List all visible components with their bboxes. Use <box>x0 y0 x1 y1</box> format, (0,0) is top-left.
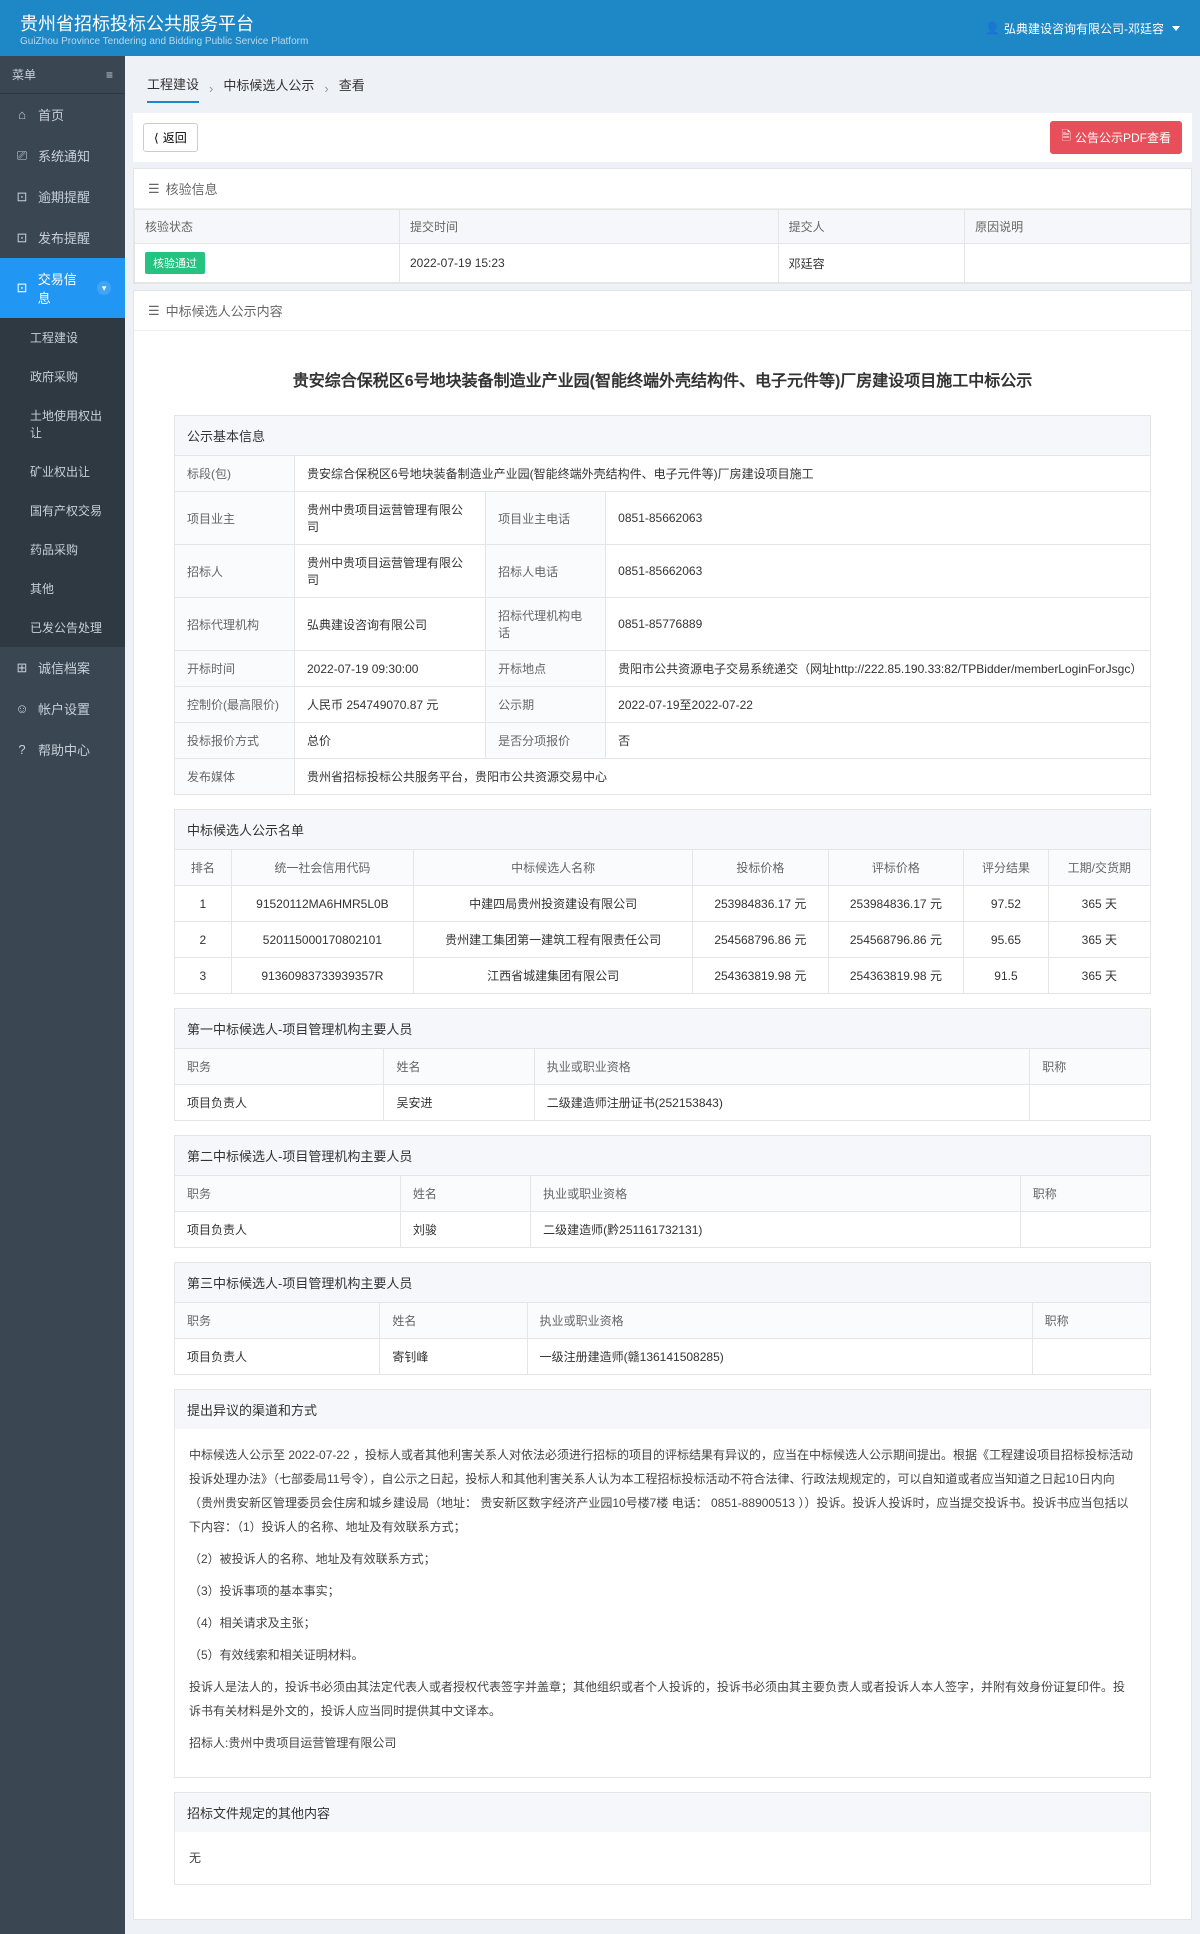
app-header: 贵州省招标投标公共服务平台 GuiZhou Province Tendering… <box>0 0 1200 56</box>
sidebar-sub-2[interactable]: 土地使用权出让 <box>0 396 125 452</box>
sidebar-item-1[interactable]: ⎚系统通知 <box>0 135 125 176</box>
candidate-table-2: 职务姓名执业或职业资格职称项目负责人寄钊峰一级注册建造师(赣1361415082… <box>174 1302 1151 1375</box>
table-row: 项目负责人吴安进二级建造师注册证书(252153843) <box>175 1085 1151 1121</box>
other-title: 招标文件规定的其他内容 <box>174 1792 1151 1832</box>
verify-row: 核验通过 2022-07-19 15:23 邓廷容 <box>135 244 1191 283</box>
verify-h4: 原因说明 <box>965 210 1191 244</box>
toolbar: ⟨ 返回 🗎 公告公示PDF查看 <box>133 113 1192 162</box>
user-name: 弘典建设咨询有限公司-邓廷容 <box>1004 20 1164 37</box>
sidebar-icon: ⊡ <box>14 230 30 246</box>
sidebar-item-7[interactable]: ?帮助中心 <box>0 729 125 770</box>
sidebar-icon: ⎚ <box>14 148 30 164</box>
sidebar-item-5[interactable]: ⊞诚信档案 <box>0 647 125 688</box>
sidebar-sub-1[interactable]: 政府采购 <box>0 357 125 396</box>
sidebar-icon: ? <box>14 742 30 758</box>
verify-h2: 提交时间 <box>399 210 778 244</box>
breadcrumb: 工程建设 › 中标候选人公示 › 查看 <box>133 64 1192 113</box>
user-menu[interactable]: 👤 弘典建设咨询有限公司-邓廷容 <box>985 20 1180 37</box>
back-button[interactable]: ⟨ 返回 <box>143 123 198 152</box>
basic-info-title: 公示基本信息 <box>174 415 1151 455</box>
collapse-icon[interactable]: ≡ <box>106 68 113 82</box>
candidate-table-0: 职务姓名执业或职业资格职称项目负责人吴安进二级建造师注册证书(252153843… <box>174 1048 1151 1121</box>
sidebar-item-2[interactable]: ⊡逾期提醒 <box>0 176 125 217</box>
table-row: 项目负责人刘骏二级建造师(黔251161732131) <box>175 1212 1151 1248</box>
sidebar-item-6[interactable]: ☺帐户设置 <box>0 688 125 729</box>
objection-title: 提出异议的渠道和方式 <box>174 1389 1151 1429</box>
candidate-title-2: 第三中标候选人-项目管理机构主要人员 <box>174 1262 1151 1302</box>
sidebar-item-4[interactable]: ⊡交易信息▾ <box>0 258 125 318</box>
announce-panel: ☰ 中标候选人公示内容 贵安综合保税区6号地块装备制造业产业园(智能终端外壳结构件… <box>133 290 1192 1920</box>
verify-panel: ☰ 核验信息 核验状态 提交时间 提交人 原因说明 核验通过 2022-07-19… <box>133 168 1192 284</box>
chevron-down-icon <box>1172 26 1180 31</box>
user-icon: 👤 <box>985 21 1000 35</box>
sidebar-item-3[interactable]: ⊡发布提醒 <box>0 217 125 258</box>
chevron-down-icon: ▾ <box>97 281 111 295</box>
list-title: 中标候选人公示名单 <box>174 809 1151 849</box>
verify-h3: 提交人 <box>778 210 965 244</box>
candidate-title-0: 第一中标候选人-项目管理机构主要人员 <box>174 1008 1151 1048</box>
pdf-view-button[interactable]: 🗎 公告公示PDF查看 <box>1050 121 1182 154</box>
sidebar-sub-6[interactable]: 其他 <box>0 569 125 608</box>
verify-title: 核验信息 <box>166 179 218 198</box>
sidebar: 菜单 ≡ ⌂首页⎚系统通知⊡逾期提醒⊡发布提醒⊡交易信息▾工程建设政府采购土地使… <box>0 56 125 1934</box>
breadcrumb-3[interactable]: 查看 <box>339 75 365 102</box>
sidebar-icon: ⊞ <box>14 660 30 676</box>
list-icon: ☰ <box>148 303 160 319</box>
announce-panel-title: 中标候选人公示内容 <box>166 301 283 320</box>
sidebar-icon: ⌂ <box>14 107 30 123</box>
app-title: 贵州省招标投标公共服务平台 <box>20 10 308 36</box>
candidate-title-1: 第二中标候选人-项目管理机构主要人员 <box>174 1135 1151 1175</box>
sidebar-sub-4[interactable]: 国有产权交易 <box>0 491 125 530</box>
sidebar-icon: ☺ <box>14 701 30 717</box>
breadcrumb-1[interactable]: 工程建设 <box>147 74 199 103</box>
table-row: 191520112MA6HMR5L0B中建四局贵州投资建设有限公司2539848… <box>175 886 1151 922</box>
verify-h1: 核验状态 <box>135 210 400 244</box>
table-row: 2520115000170802101贵州建工集团第一建筑工程有限责任公司254… <box>175 922 1151 958</box>
app-subtitle: GuiZhou Province Tendering and Bidding P… <box>20 36 308 47</box>
sidebar-sub-5[interactable]: 药品采购 <box>0 530 125 569</box>
doc-title: 贵安综合保税区6号地块装备制造业产业园(智能终端外壳结构件、电子元件等)厂房建设… <box>174 351 1151 415</box>
sidebar-sub-3[interactable]: 矿业权出让 <box>0 452 125 491</box>
sidebar-item-0[interactable]: ⌂首页 <box>0 94 125 135</box>
status-badge: 核验通过 <box>145 252 205 274</box>
sidebar-icon: ⊡ <box>14 280 30 296</box>
breadcrumb-2[interactable]: 中标候选人公示 <box>223 75 314 102</box>
sidebar-sub-0[interactable]: 工程建设 <box>0 318 125 357</box>
table-row: 项目负责人寄钊峰一级注册建造师(赣136141508285) <box>175 1339 1151 1375</box>
objection-text: 中标候选人公示至 2022-07-22 ，投标人或者其他利害关系人对依法必须进行… <box>174 1429 1151 1778</box>
sidebar-menu-label: 菜单 <box>12 66 36 83</box>
basic-info-table: 标段(包)贵安综合保税区6号地块装备制造业产业园(智能终端外壳结构件、电子元件等… <box>174 455 1151 795</box>
candidate-table-1: 职务姓名执业或职业资格职称项目负责人刘骏二级建造师(黔251161732131) <box>174 1175 1151 1248</box>
table-row: 391360983733939357R江西省城建集团有限公司254363819.… <box>175 958 1151 994</box>
sidebar-sub-7[interactable]: 已发公告处理 <box>0 608 125 647</box>
sidebar-icon: ⊡ <box>14 189 30 205</box>
list-icon: ☰ <box>148 181 160 197</box>
candidate-list-table: 排名统一社会信用代码中标候选人名称投标价格评标价格评分结果工期/交货期 1915… <box>174 849 1151 994</box>
other-text: 无 <box>174 1832 1151 1885</box>
